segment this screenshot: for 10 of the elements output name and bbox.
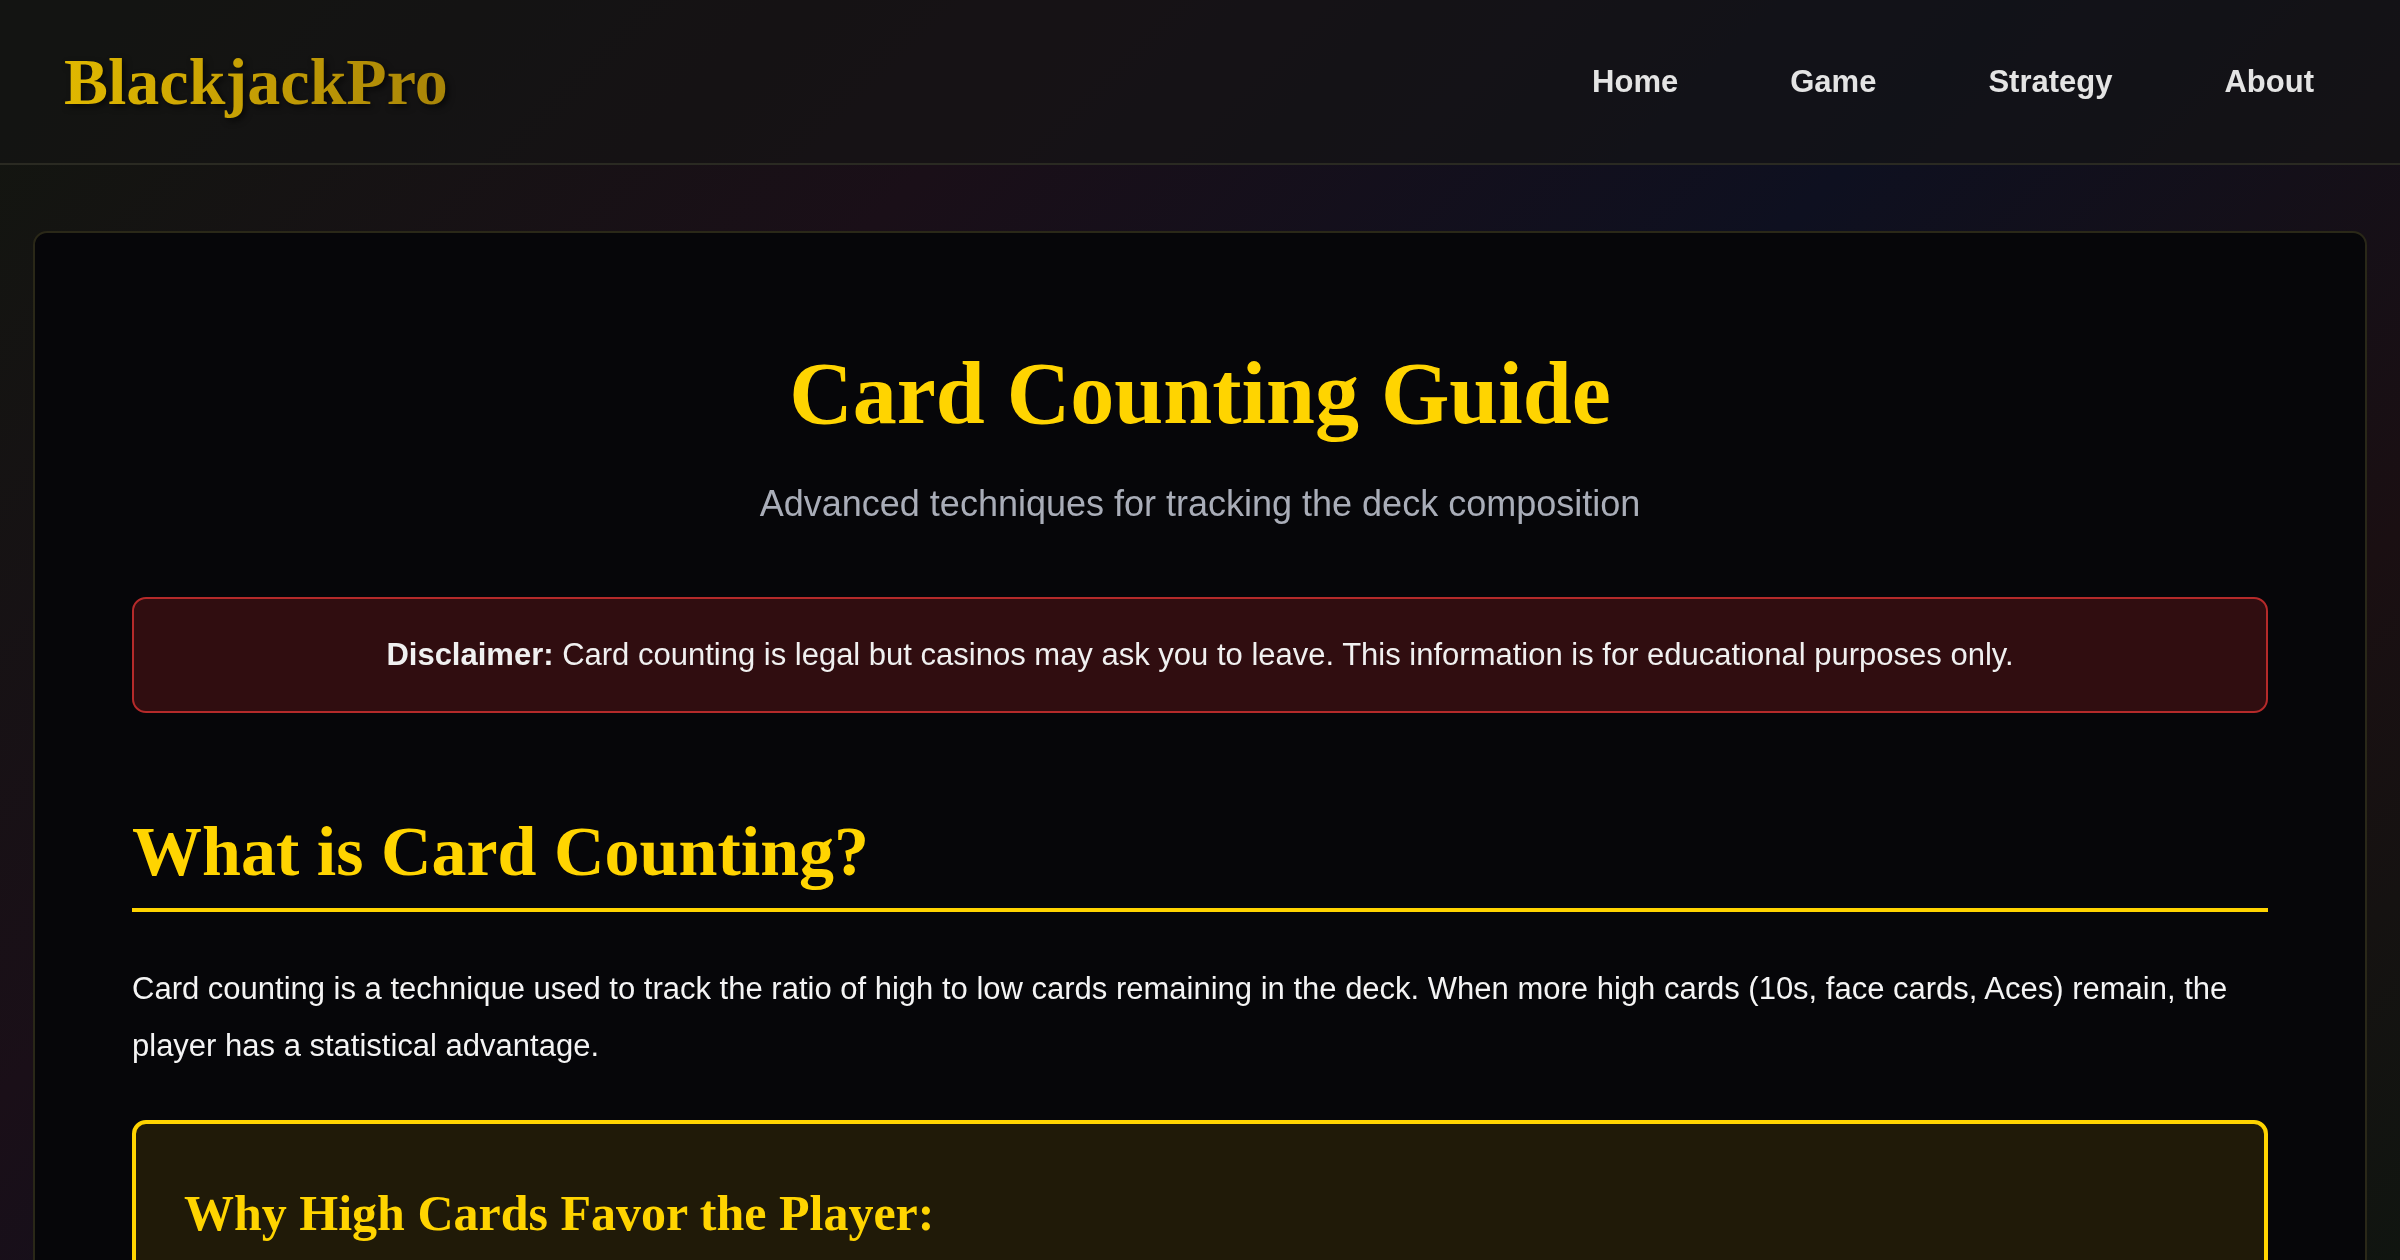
nav-link[interactable]: Strategy bbox=[1972, 55, 2129, 108]
nav-link[interactable]: About bbox=[2208, 55, 2330, 108]
nav-link[interactable]: Game bbox=[1774, 55, 1893, 108]
section-paragraph: Card counting is a technique used to track the ratio of high to low cards remaining in the deck. When more high cards (10s, face cards, Aces) remain, the player has a statistical advantage. bbox=[132, 969, 2229, 1065]
disclaimer-banner: Disclaimer: Card counting is legal but casinos may ask you to leave. This information is for educational purposes only. bbox=[132, 596, 2268, 713]
callout-heading: Why High Cards Favor the Player: bbox=[184, 1183, 936, 1242]
page-title: Card Counting Guide bbox=[788, 344, 1612, 444]
nav-link[interactable]: Home bbox=[1576, 55, 1695, 108]
section-heading: What is Card Counting? bbox=[132, 812, 2268, 912]
page-subtitle: Advanced techniques for tracking the deck composition bbox=[758, 482, 1642, 525]
